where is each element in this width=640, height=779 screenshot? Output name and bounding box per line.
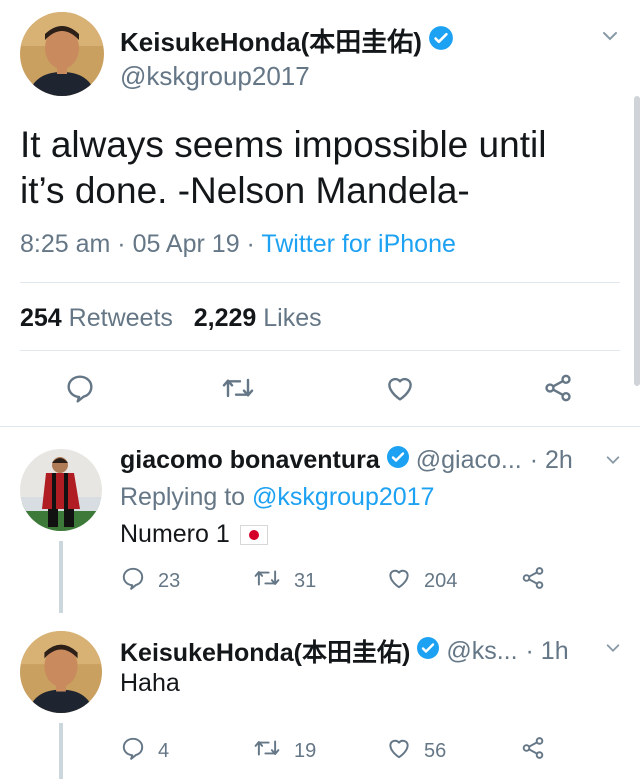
reply-time: · 2h <box>529 446 573 474</box>
replying-to: Replying to @kskgroup2017 <box>120 483 434 512</box>
replying-to-link[interactable]: @kskgroup2017 <box>252 483 434 511</box>
reply-icon <box>64 372 96 409</box>
chevron-down-icon[interactable] <box>604 639 622 662</box>
reply-button[interactable] <box>64 372 96 409</box>
likes-label: Likes <box>263 304 322 332</box>
like-icon <box>384 372 416 409</box>
japan-flag-icon <box>239 524 268 545</box>
reply-count: 4 <box>158 739 170 762</box>
verified-icon <box>386 445 410 476</box>
reply-icon <box>120 735 146 767</box>
share-button[interactable] <box>542 372 574 409</box>
retweet-icon <box>252 735 282 767</box>
retweet-button[interactable]: 31 <box>252 565 316 597</box>
meta-separator: · <box>110 230 133 258</box>
tweet-meta: 8:25 am · 05 Apr 19 · Twitter for iPhone <box>20 230 456 259</box>
chevron-down-icon[interactable] <box>604 451 622 474</box>
avatar[interactable] <box>20 12 104 96</box>
author-name[interactable]: giacomo bonaventura <box>120 446 380 475</box>
like-button[interactable]: 56 <box>386 735 446 767</box>
share-icon <box>542 372 574 409</box>
reply-tweet[interactable]: giacomo bonaventura @giaco... · 2h Reply… <box>0 427 640 613</box>
reply-tweet[interactable]: KeisukeHonda(本田圭佑) @ks... · 1h Haha 4 19… <box>0 613 640 779</box>
tweet-date: 05 Apr 19 <box>132 230 240 258</box>
author-name[interactable]: KeisukeHonda(本田圭佑) <box>120 633 410 669</box>
verified-icon <box>416 636 440 667</box>
likes-stat[interactable]: 2,229 Likes <box>194 304 322 332</box>
tweet-actions <box>0 368 640 412</box>
retweet-icon <box>220 372 256 409</box>
like-icon <box>386 565 412 597</box>
author-handle[interactable]: @kskgroup2017 <box>120 61 310 92</box>
share-button[interactable] <box>520 565 546 597</box>
author-row: KeisukeHonda(本田圭佑) <box>120 22 454 59</box>
share-icon <box>520 565 546 597</box>
reply-text-content: Haha <box>120 669 180 697</box>
chevron-down-icon[interactable] <box>600 26 620 51</box>
avatar[interactable] <box>20 449 102 531</box>
retweet-count: 19 <box>294 739 317 762</box>
reply-text: Numero 1 <box>120 520 268 549</box>
divider <box>20 282 620 283</box>
retweet-count: 31 <box>294 569 317 592</box>
like-icon <box>386 735 412 767</box>
like-button[interactable]: 204 <box>386 565 457 597</box>
reply-header: giacomo bonaventura @giaco... · 2h <box>120 445 573 476</box>
tweet-text-line: it’s done. -Nelson Mandela- <box>20 170 470 211</box>
author-handle[interactable]: @ks... <box>446 637 517 666</box>
reply-count: 23 <box>158 569 181 592</box>
retweets-count: 254 <box>20 304 62 332</box>
likes-count: 2,229 <box>193 304 257 332</box>
share-icon <box>520 735 546 767</box>
retweets-stat[interactable]: 254 Retweets <box>20 304 173 332</box>
reply-actions: 4 19 56 <box>0 735 640 769</box>
share-button[interactable] <box>520 735 546 767</box>
reply-text-content: Numero 1 <box>120 520 230 548</box>
reply-icon <box>120 565 146 597</box>
like-count: 204 <box>424 569 458 592</box>
divider <box>20 350 620 351</box>
main-tweet: KeisukeHonda(本田圭佑) @kskgroup2017 It alwa… <box>0 0 640 426</box>
verified-icon <box>428 25 454 56</box>
retweet-icon <box>252 565 282 597</box>
reply-header: KeisukeHonda(本田圭佑) @ks... · 1h <box>120 633 569 669</box>
retweet-button[interactable]: 19 <box>252 735 316 767</box>
reply-button[interactable]: 23 <box>120 565 180 597</box>
avatar[interactable] <box>20 631 102 713</box>
retweet-button[interactable] <box>220 372 256 409</box>
reply-text: Haha <box>120 669 180 698</box>
retweets-label: Retweets <box>68 304 173 332</box>
like-button[interactable] <box>384 372 416 409</box>
tweet-text: It always seems impossible until it’s do… <box>20 122 620 214</box>
meta-separator: · <box>239 230 262 258</box>
tweet-text-line: It always seems impossible until <box>20 124 547 165</box>
tweet-time: 8:25 am <box>20 230 111 258</box>
tweet-stats: 254 Retweets 2,229 Likes <box>20 304 322 333</box>
reply-button[interactable]: 4 <box>120 735 169 767</box>
reply-time: · 1h <box>525 636 569 665</box>
like-count: 56 <box>424 739 447 762</box>
tweet-source-link[interactable]: Twitter for iPhone <box>261 230 456 258</box>
author-name[interactable]: KeisukeHonda(本田圭佑) <box>120 22 422 59</box>
reply-actions: 23 31 204 <box>0 565 640 599</box>
replying-prefix: Replying to <box>120 483 253 511</box>
author-handle[interactable]: @giaco... <box>416 446 522 475</box>
